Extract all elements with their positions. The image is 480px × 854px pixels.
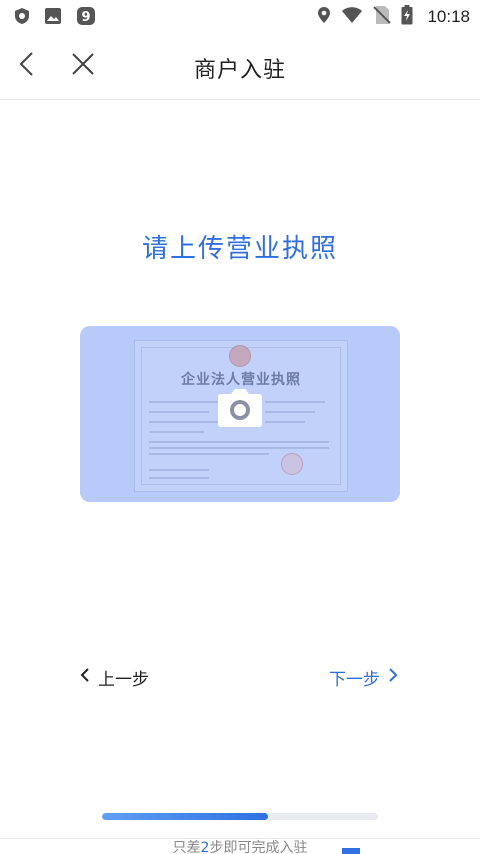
previous-step-label: 上一步: [98, 670, 149, 690]
onboarding-progress-bar: [102, 813, 378, 820]
next-step-button[interactable]: 下一步: [329, 665, 398, 690]
upload-prompt: 请上传营业执照: [141, 234, 338, 264]
battery-charging-icon: [401, 5, 413, 29]
chevron-left-icon: [80, 667, 90, 688]
chevron-right-icon: [388, 667, 398, 688]
location-icon: [317, 6, 331, 28]
previous-step-button[interactable]: 上一步: [80, 665, 149, 690]
no-sim-icon: [373, 5, 392, 29]
remaining-steps-hint: 只差2步即可完成入驻: [172, 840, 308, 854]
next-step-label: 下一步: [329, 670, 380, 690]
progress-fill: [102, 813, 268, 820]
clock-time: 10:18: [427, 7, 470, 26]
top-nav-bar: 商户入驻: [0, 33, 480, 100]
image-icon: [44, 7, 62, 29]
app-9-icon: 9: [76, 6, 96, 30]
shield-icon: [14, 7, 30, 29]
corner-marker: [342, 848, 360, 854]
status-bar: 9 10:18: [0, 0, 480, 33]
license-upload-area[interactable]: 企业法人营业执照: [80, 326, 400, 502]
camera-icon[interactable]: [217, 388, 263, 428]
svg-text:9: 9: [81, 10, 90, 25]
page-title: 商户入驻: [193, 58, 286, 83]
wifi-icon: [341, 6, 363, 28]
